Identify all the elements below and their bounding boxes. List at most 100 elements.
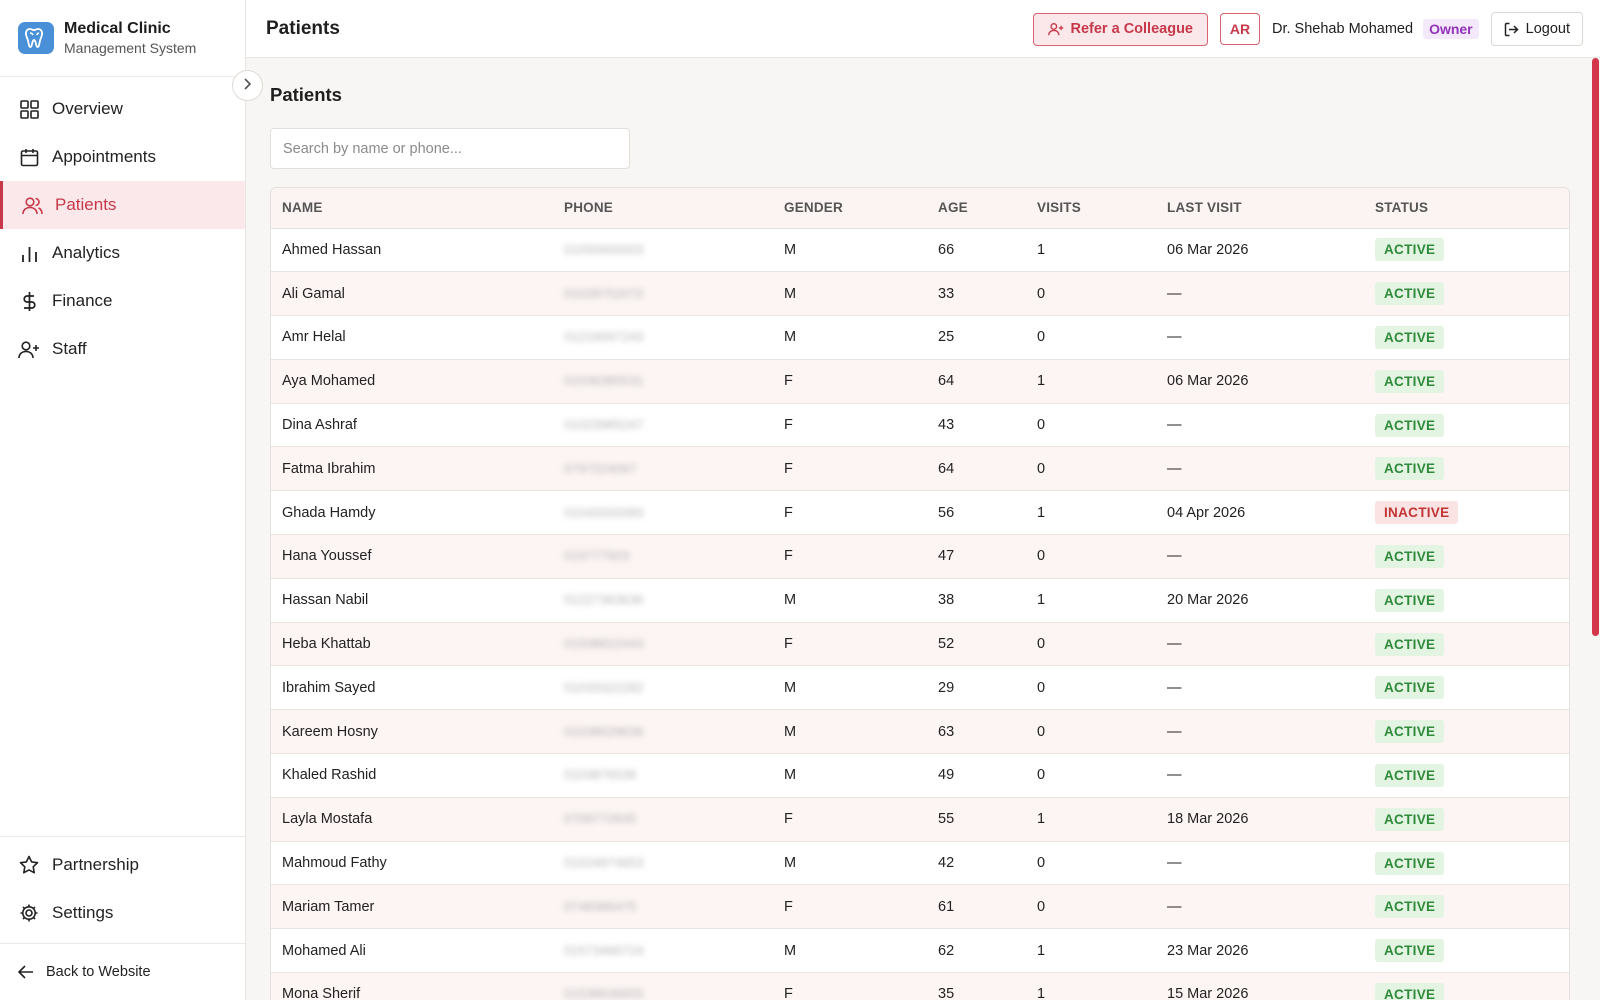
patient-status-cell: ACTIVE (1364, 315, 1569, 360)
table-row[interactable]: Ahmed Hassan 01050000003 M 66 1 06 Mar 2026 AC… (271, 228, 1569, 273)
logout-button[interactable]: Logout (1490, 12, 1583, 46)
patient-age-cell: 61 (927, 884, 1026, 930)
patient-age-cell-text: 25 (938, 329, 955, 346)
patient-phone-cell: 01216697243 (553, 315, 773, 360)
table-row[interactable]: Layla Mostafa 0708772635 F 55 1 18 Mar 2026 AC… (271, 797, 1569, 842)
patient-visits-cell-text: 0 (1037, 767, 1046, 784)
column-header-name[interactable]: NAME (271, 188, 553, 229)
patient-age-cell: 29 (927, 665, 1026, 711)
table-row[interactable]: Mona Sherif 01538636655 F 35 1 15 Mar 2026 ACT… (271, 972, 1569, 1000)
patient-gender-cell: F (773, 359, 927, 404)
table-row[interactable]: Fatma Ibrahim 0797224067 F 64 0 — ACTIVE (271, 446, 1569, 492)
back-to-website-link[interactable]: Back to Website (0, 943, 245, 1000)
table-row[interactable]: Ghada Hamdy 01543333393 F 56 1 04 Apr 2026 INA… (271, 490, 1569, 536)
user-plus-icon (18, 338, 40, 360)
patient-phone-cell: 01033322282 (553, 665, 773, 711)
sidebar-item-partnership[interactable]: Partnership (0, 841, 245, 889)
column-header-phone[interactable]: PHONE (553, 188, 773, 229)
patient-name-cell-text: Ahmed Hassan (282, 241, 382, 258)
patient-status-cell: ACTIVE (1364, 446, 1569, 492)
table-row[interactable]: Amr Helal 01216697243 M 25 0 — ACTIVE (271, 315, 1569, 360)
language-toggle-button[interactable]: AR (1220, 13, 1260, 45)
patient-gender-cell-text: M (784, 592, 797, 609)
status-badge: ACTIVE (1375, 720, 1445, 744)
arrow-left-icon (18, 965, 34, 979)
logout-icon (1504, 22, 1519, 37)
table-row[interactable]: Hassan Nabil 01227363636 M 38 1 20 Mar 2026 AC… (271, 578, 1569, 623)
patient-gender-cell: M (773, 753, 927, 798)
patient-phone-cell-text: 01227363636 (564, 592, 644, 608)
column-header-status[interactable]: STATUS (1364, 188, 1569, 229)
patient-name-cell-text: Kareem Hosny (282, 723, 378, 740)
column-header-last-visit[interactable]: LAST VISIT (1156, 188, 1364, 229)
sidebar-item-patients[interactable]: Patients (0, 181, 245, 229)
patient-name-cell: Ahmed Hassan (271, 228, 553, 273)
table-row[interactable]: Khaled Rashid 0103876536 M 49 0 — ACTIVE (271, 753, 1569, 798)
patient-age-cell: 55 (927, 797, 1026, 842)
search-input[interactable] (270, 128, 630, 169)
patient-phone-cell: 01038629636 (553, 709, 773, 755)
patient-visits-cell-text: 0 (1037, 417, 1046, 434)
patient-name-cell-text: Hassan Nabil (282, 592, 369, 609)
patient-status-cell: ACTIVE (1364, 884, 1569, 930)
patient-gender-cell-text: F (784, 986, 793, 1000)
patient-gender-cell: M (773, 228, 927, 273)
sidebar-item-staff[interactable]: Staff (0, 325, 245, 373)
patient-gender-cell-text: M (784, 942, 797, 959)
table-row[interactable]: Heba Khattab 01508822443 F 52 0 — ACTIVE (271, 622, 1569, 667)
table-row[interactable]: Dina Ashraf 01023985247 F 43 0 — ACTIVE (271, 403, 1569, 448)
patient-gender-cell-text: M (784, 329, 797, 346)
patient-gender-cell: F (773, 446, 927, 492)
patient-name-cell: Mariam Tamer (271, 884, 553, 930)
patient-age-cell-text: 61 (938, 898, 955, 915)
patient-phone-cell: 01543333393 (553, 490, 773, 536)
brand[interactable]: Medical Clinic Management System (0, 0, 245, 77)
table-row[interactable]: Kareem Hosny 01038629636 M 63 0 — ACTIVE (271, 709, 1569, 755)
table-row[interactable]: Mohamed Ali 01573466724 M 62 1 23 Mar 2026 ACT… (271, 928, 1569, 974)
table-row[interactable]: Ali Gamal 01028752072 M 33 0 — ACTIVE (271, 271, 1569, 317)
sidebar-collapse-button[interactable] (232, 70, 263, 101)
patient-phone-cell: 0708772635 (553, 797, 773, 842)
patient-name-cell-text: Fatma Ibrahim (282, 460, 376, 477)
patient-phone-cell-text: 0708772635 (564, 811, 637, 827)
sidebar-item-settings[interactable]: Settings (0, 889, 245, 937)
page-scrollbar[interactable] (1590, 58, 1600, 1000)
column-header-gender[interactable]: GENDER (773, 188, 927, 229)
patient-name-cell-text: Ghada Hamdy (282, 504, 376, 521)
sidebar-item-analytics[interactable]: Analytics (0, 229, 245, 277)
patient-age-cell: 43 (927, 403, 1026, 448)
table-row[interactable]: Aya Mohamed 01536385531 F 64 1 06 Mar 2026 ACT… (271, 359, 1569, 404)
table-row[interactable]: Mariam Tamer 0748386475 F 61 0 — ACTIVE (271, 884, 1569, 930)
patient-phone-cell-text: 01050000003 (564, 241, 644, 257)
sidebar-item-finance[interactable]: Finance (0, 277, 245, 325)
table-row[interactable]: Hana Youssef 019777923 F 47 0 — ACTIVE (271, 534, 1569, 579)
status-badge: ACTIVE (1375, 632, 1445, 656)
column-header-visits[interactable]: VISITS (1026, 188, 1156, 229)
table-row[interactable]: Ibrahim Sayed 01033322282 M 29 0 — ACTIVE (271, 665, 1569, 711)
patient-gender-cell-text: F (784, 373, 793, 390)
patient-gender-cell-text: F (784, 504, 793, 521)
patient-last-visit-cell: — (1156, 884, 1364, 930)
patient-visits-cell-text: 0 (1037, 285, 1046, 302)
patient-name-cell-text: Mariam Tamer (282, 898, 375, 915)
user-plus-icon (1047, 22, 1064, 36)
patient-gender-cell-text: F (784, 811, 793, 828)
status-badge: ACTIVE (1375, 369, 1445, 393)
page-title: Patients (270, 84, 342, 105)
patient-last-visit-cell: 15 Mar 2026 (1156, 972, 1364, 1000)
scrollbar-thumb[interactable] (1592, 58, 1599, 636)
column-header-age[interactable]: AGE (927, 188, 1026, 229)
patient-age-cell-text: 29 (938, 679, 955, 696)
patient-last-visit-cell: — (1156, 403, 1364, 448)
patient-visits-cell-text: 0 (1037, 855, 1046, 872)
patient-name-cell: Hana Youssef (271, 534, 553, 579)
sidebar-item-appointments[interactable]: Appointments (0, 133, 245, 181)
sidebar-item-overview[interactable]: Overview (0, 85, 245, 133)
table-row[interactable]: Mahmoud Fathy 01024974653 M 42 0 — ACTIVE (271, 841, 1569, 886)
patient-last-visit-cell: 23 Mar 2026 (1156, 928, 1364, 974)
refer-colleague-button[interactable]: Refer a Colleague (1032, 12, 1208, 46)
patient-name-cell: Kareem Hosny (271, 709, 553, 755)
patient-visits-cell: 0 (1026, 841, 1156, 886)
status-badge: ACTIVE (1375, 982, 1445, 1000)
patient-visits-cell: 0 (1026, 271, 1156, 317)
